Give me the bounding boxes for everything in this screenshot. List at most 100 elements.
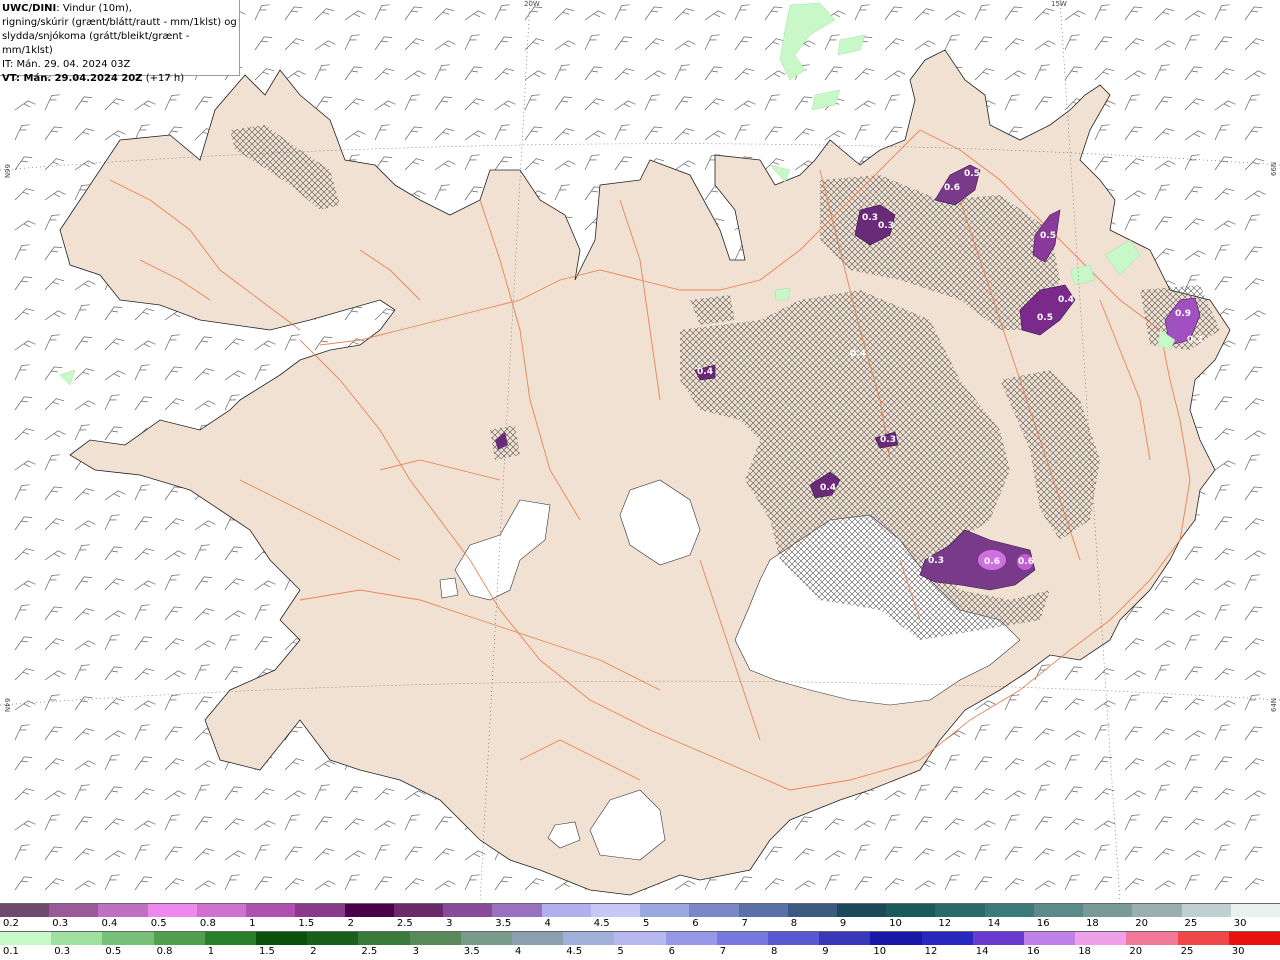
legend-swatch [393,904,444,917]
legend-swatch [246,904,296,917]
legend-swatch [716,932,769,945]
valid-time: VT: Mán. 29.04.2024 20Z [2,73,143,84]
valid-time-line: VT: Mán. 29.04.2024 20Z (+17 h) [2,72,239,86]
info-line2: rigning/skúrir (grænt/blátt/rautt - mm/1… [2,17,237,28]
legend-label: 16 [1036,918,1050,929]
grat-label-top-20w: 20W [524,0,540,8]
legend-label: 14 [987,918,1001,929]
model-title: UWC/DINI [2,3,57,14]
legend-label: 14 [975,946,989,957]
legend-swatch [768,932,820,945]
legend-swatch [563,932,615,945]
legend-swatch [787,904,837,917]
legend-swatch [98,904,148,917]
legend-label: 7 [719,946,727,957]
legend-label: 0.8 [156,946,173,957]
snow-legend-labels: 0.2 0.3 0.4 0.5 0.8 1 1.5 2 2.5 3 3.5 4 4.5 5 6 7 8 9 10 12… [0,917,1280,931]
legend-swatch [870,932,922,945]
legend-swatch [307,932,359,945]
legend-label: 4 [515,946,522,957]
grat-label-right-64n: 64N [1270,697,1278,712]
legend-label: 4 [544,918,551,929]
precip-value-label: 0.5 [964,169,980,179]
legend-swatch [443,904,493,917]
precip-value-label: 0.3 [862,213,878,223]
legend-label: 0.3 [54,946,71,957]
legend-label: 30 [1233,918,1247,929]
weather-map[interactable]: 0.60.50.30.30.50.40.5 0.90.30.40.40.30.40… [0,0,1280,902]
legend-label: 18 [1086,918,1099,929]
grat-label-top-15w: 15W [1051,0,1067,8]
legend-label: 10 [873,946,887,957]
legend-label: 2 [347,918,354,929]
legend-label: 2.5 [361,946,378,957]
legend-label: 5 [617,946,624,957]
legend-swatch [153,932,205,945]
legend-swatch [819,932,871,945]
precip-value-label: 0.3 [880,435,896,445]
legend-swatch [0,904,50,917]
legend-label: 12 [938,918,952,929]
legend-label: 1 [249,918,256,929]
legend-swatch [460,932,513,945]
legend-label: 0.4 [101,918,118,929]
legend-swatch [358,932,410,945]
legend-swatch [541,904,591,917]
legend-label: 0.3 [52,918,69,929]
legend-label: 0.5 [150,918,167,929]
legend-swatch [409,932,461,945]
rain-legend-bar [0,931,1280,945]
legend-swatch [665,932,717,945]
legend-label: 8 [771,946,778,957]
legend-swatch [1228,932,1280,945]
legend-label: 3 [446,918,453,929]
precip-value-label: 0.3 [928,556,944,566]
legend-swatch [256,932,308,945]
legend-swatch [1024,932,1076,945]
legend-swatch [935,904,985,917]
precip-value-label: 0.6 [984,557,1000,567]
legend-swatch [295,904,345,917]
legend-swatch [1132,904,1182,917]
legend-label: 9 [822,946,829,957]
legend-label: 4.5 [566,946,583,957]
precip-value-label: 0.4 [850,349,866,359]
legend-label: 0.2 [3,918,19,929]
map-viewer: 0.6 0.5 0.3 0.3 0.5 0.4 0.5 0.9 0.3 0.4 0.4 0.3 0.4 0… [0,0,1280,960]
legend-label: 3.5 [463,946,480,957]
legend-swatch [1033,904,1084,917]
legend-swatch [1083,904,1133,917]
legend-label: 2 [310,946,317,957]
rain-legend-labels: 0.1 0.3 0.5 0.8 1 1.5 2 2.5 3 3.5 4 4.5 5 6 7 8 9 10 12 14 1… [0,945,1280,959]
legend-swatch [512,932,564,945]
legend-swatch [886,904,936,917]
legend-swatch [614,932,666,945]
map-info-box: UWC/DINI: Vindur (10m), rigning/skúrir (… [0,0,240,84]
snow-color-legend: 0.2 0.3 0.4 0.5 0.8 1 1.5 2 2.5 3 3.5 4 4.5 5 6 7 8 9 10 12… [0,903,1280,931]
legend-swatch [590,904,641,917]
info-line1: : Vindur (10m), [56,3,132,14]
precip-value-label: 0.4 [697,367,713,377]
legend-swatch [102,932,154,945]
legend-label: 0.1 [3,946,19,957]
forecast-offset: (+17 h) [142,73,185,84]
precip-value-label: 0.6 [944,183,960,193]
precip-value-label: 0.5 [1040,231,1056,241]
legend-label: 4.5 [593,918,610,929]
legend-label: 10 [889,918,902,929]
legend-swatch [51,932,103,945]
legend-label: 1.5 [259,946,275,957]
legend-label: 6 [692,918,699,929]
precip-value-label: 0.3 [1187,335,1203,345]
legend-swatch [196,904,247,917]
legend-swatch [921,932,973,945]
grat-label-left-64n: 64N [3,698,11,713]
legend-swatch [738,904,788,917]
initial-time: IT: Mán. 29. 04. 2024 03Z [2,59,131,70]
grat-label-right-66n: 66N [1270,161,1278,176]
legend-swatch [344,904,394,917]
legend-swatch [1126,932,1178,945]
legend-label: 25 [1180,946,1194,957]
precip-value-label: 0.5 [1037,313,1053,323]
legend-swatch [1177,932,1229,945]
